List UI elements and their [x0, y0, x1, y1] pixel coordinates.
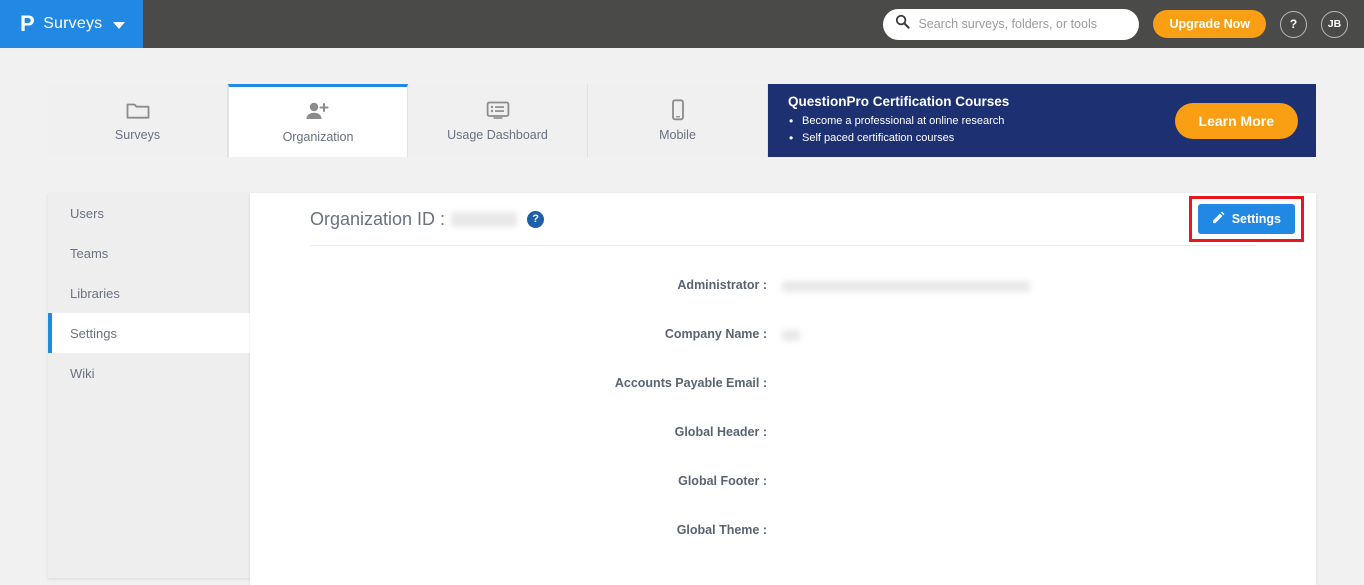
main-tabs: Surveys Organization Usage Dashboard Mob… [48, 84, 1316, 157]
tab-label: Usage Dashboard [447, 128, 548, 142]
tab-organization[interactable]: Organization [228, 84, 408, 157]
field-label: Global Header : [674, 425, 767, 439]
help-icon[interactable]: ? [1280, 10, 1307, 38]
sidebar-item-label: Users [70, 205, 104, 221]
sidebar-item-libraries[interactable]: Libraries [48, 273, 250, 313]
top-bar: P Surveys Upgrade Now ? JB [0, 0, 1364, 48]
form-row-global-footer: Global Footer : [250, 474, 1316, 523]
settings-sidebar: Users Teams Libraries Settings Wiki [48, 193, 250, 578]
help-icon[interactable]: ? [527, 210, 545, 228]
pencil-icon [1212, 211, 1225, 227]
field-label: Global Theme : [676, 523, 767, 537]
sidebar-item-label: Libraries [70, 285, 120, 301]
settings-button-label: Settings [1231, 212, 1281, 226]
add-user-icon [305, 101, 331, 123]
sidebar-item-label: Settings [70, 325, 117, 341]
tab-mobile[interactable]: Mobile [588, 84, 768, 157]
sidebar-item-wiki[interactable]: Wiki [48, 353, 250, 393]
field-value [767, 474, 782, 475]
banner-bullet-list: Become a professional at online research… [788, 113, 1161, 147]
folder-icon [126, 99, 150, 121]
tab-label: Organization [282, 129, 354, 144]
form-row-administrator: Administrator : [250, 278, 1316, 327]
form-row-company-name: Company Name : [250, 327, 1316, 376]
upgrade-now-button[interactable]: Upgrade Now [1153, 10, 1266, 38]
form-row-accounts-payable-email: Accounts Payable Email : [250, 376, 1316, 425]
chevron-down-icon[interactable] [113, 21, 126, 29]
tab-surveys[interactable]: Surveys [48, 84, 228, 157]
form-row-global-theme: Global Theme : [250, 523, 1316, 572]
panel-header: Organization ID : ? Settings [250, 193, 1316, 245]
field-label: Global Footer : [678, 474, 767, 488]
search-box[interactable] [883, 8, 1140, 40]
organization-settings-panel: Organization ID : ? Settings Administrat… [250, 193, 1316, 585]
sidebar-item-label: Teams [70, 245, 109, 261]
settings-button-highlight: Settings [1188, 196, 1304, 242]
brand-home-link[interactable]: P Surveys [0, 0, 143, 48]
search-input[interactable] [918, 17, 1128, 31]
learn-more-button[interactable]: Learn More [1174, 102, 1298, 139]
mobile-phone-icon [670, 99, 686, 121]
sidebar-item-users[interactable]: Users [48, 193, 250, 233]
settings-button[interactable]: Settings [1197, 204, 1295, 234]
sidebar-item-teams[interactable]: Teams [48, 233, 250, 273]
form-row-global-header: Global Header : [250, 425, 1316, 474]
search-icon [895, 14, 911, 34]
administrator-value-redacted [782, 281, 1030, 292]
brand-title: Surveys [43, 15, 103, 32]
field-value [767, 523, 782, 524]
banner-bullet: Self paced certification courses [789, 130, 1161, 147]
sidebar-item-label: Wiki [70, 365, 95, 381]
organization-details-form: Administrator : Company Name : Accounts … [250, 246, 1316, 572]
tab-label: Surveys [114, 128, 161, 142]
banner-title: QuestionPro Certification Courses [788, 94, 1010, 109]
avatar[interactable]: JB [1321, 10, 1348, 38]
field-value [767, 425, 782, 426]
banner-text: QuestionPro Certification Courses Become… [788, 94, 1161, 147]
tab-usage-dashboard[interactable]: Usage Dashboard [408, 84, 588, 157]
questionpro-logo-icon: P [20, 11, 35, 36]
sidebar-item-settings[interactable]: Settings [48, 313, 250, 353]
certification-banner: QuestionPro Certification Courses Become… [768, 84, 1316, 157]
field-label: Administrator : [677, 278, 767, 292]
field-label: Company Name : [664, 327, 767, 341]
banner-bullet: Become a professional at online research [789, 113, 1161, 130]
field-value [767, 278, 1030, 297]
top-bar-actions: Upgrade Now ? JB [883, 8, 1364, 40]
dashboard-icon [486, 99, 510, 121]
organization-id-value-redacted [451, 211, 518, 227]
field-value [767, 376, 782, 377]
field-label: Accounts Payable Email : [614, 376, 767, 390]
page-title: Organization ID : [310, 208, 446, 229]
field-value [767, 327, 800, 346]
tab-label: Mobile [659, 128, 696, 142]
company-name-value-redacted [782, 330, 800, 341]
